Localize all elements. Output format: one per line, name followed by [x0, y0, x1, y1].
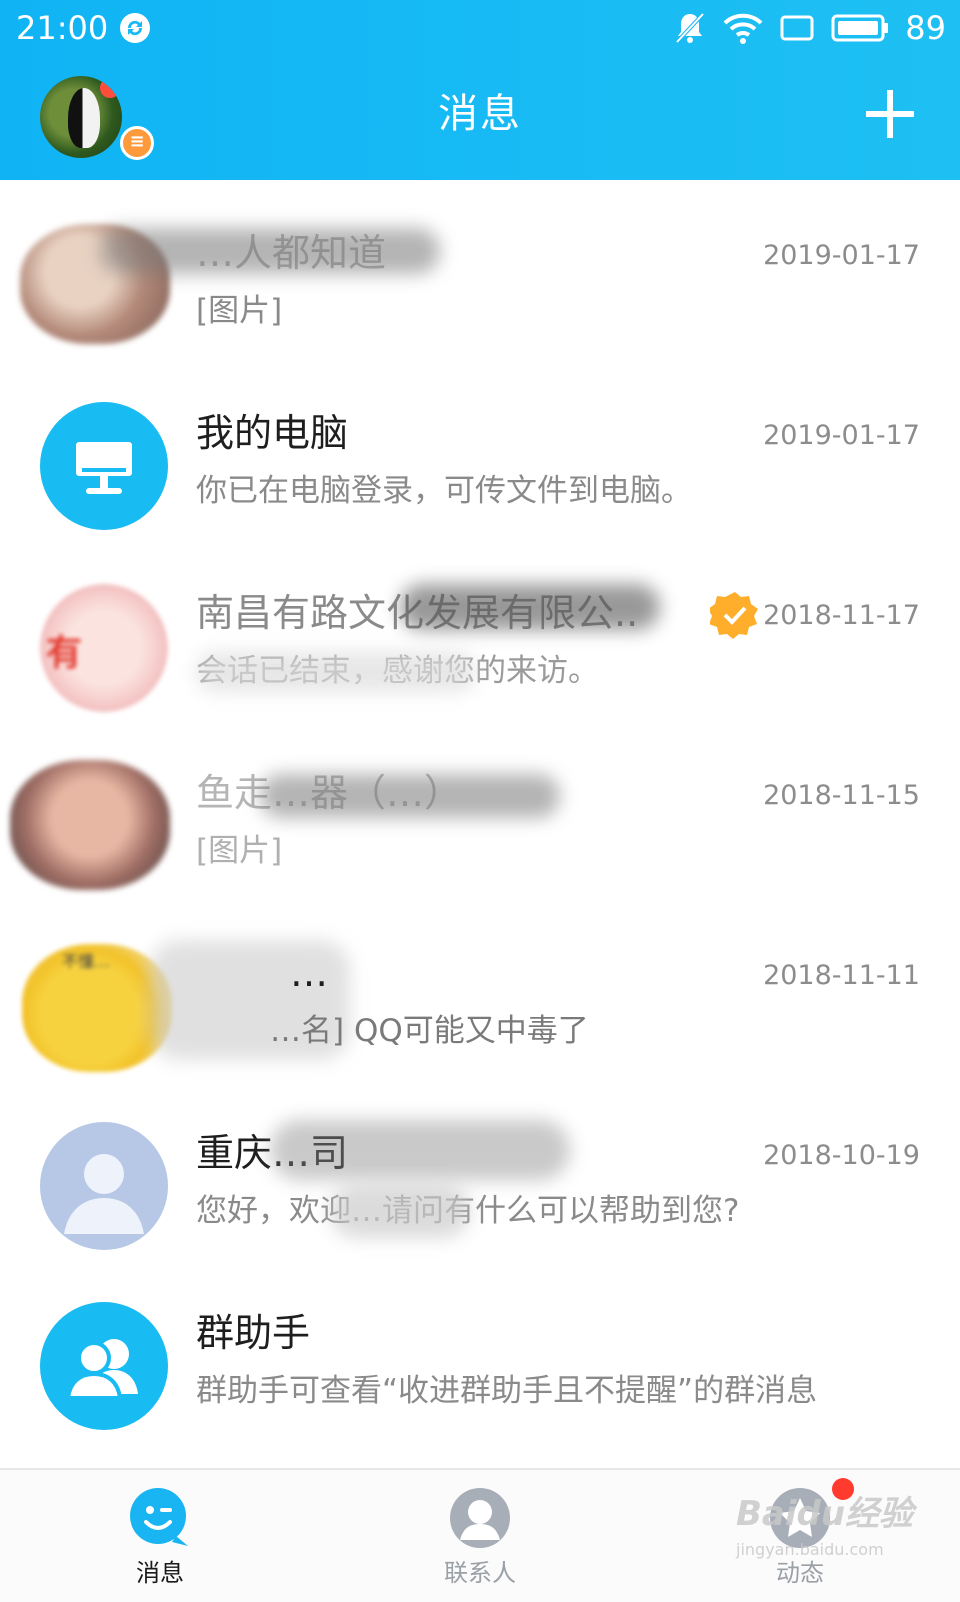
- status-icons: 89: [673, 8, 946, 48]
- conversation-preview: [图片]: [196, 293, 283, 329]
- group-assistant-avatar: [40, 1302, 168, 1430]
- conversation-name: 重庆…司: [196, 1131, 349, 1175]
- conversation-preview: 群助手可查看“收进群助手且不提醒”的群消息: [196, 1373, 818, 1409]
- verified-icon: [710, 592, 758, 639]
- conversation-item[interactable]: 我的电脑 你已在电脑登录，可传文件到电脑。 2019-01-17: [0, 360, 960, 540]
- conversation-name: 鱼走…器（…）: [196, 771, 463, 815]
- contacts-tab-icon: [450, 1488, 510, 1548]
- conversation-preview: 您好，欢迎…请问有什么可以帮助到您?: [196, 1193, 740, 1229]
- bottom-tab-bar: 消息 联系人 动态 Baidu经验 jingyan.baidu.com: [0, 1468, 960, 1602]
- person-icon: [64, 1154, 144, 1234]
- tab-label: 联系人: [444, 1559, 516, 1587]
- conversation-item[interactable]: 重庆…司 您好，欢迎…请问有什么可以帮助到您? 2018-10-19: [0, 1080, 960, 1260]
- messages-tab-icon: [130, 1488, 188, 1546]
- conversation-preview: 你已在电脑登录，可传文件到电脑。: [196, 473, 692, 509]
- avatar-text: 有: [46, 633, 83, 674]
- my-computer-avatar: [40, 402, 168, 530]
- conversation-time: 2019-01-17: [763, 420, 920, 451]
- conversation-list: …人都知道 [图片] 2019-01-17 我的电脑 你已在电脑登录，可传文件到…: [0, 180, 960, 1468]
- star-tab-icon: [770, 1488, 830, 1548]
- tab-messages[interactable]: 消息: [0, 1470, 320, 1602]
- group-icon: [65, 1339, 138, 1400]
- avatar: [10, 760, 170, 890]
- tab-contacts[interactable]: 联系人: [320, 1470, 640, 1602]
- mute-bell-icon: [675, 12, 705, 44]
- app-header: 21:00 89 ≡ 消息: [0, 0, 960, 180]
- conversation-name: 群助手: [196, 1311, 311, 1355]
- battery-icon: [831, 14, 889, 42]
- status-bar: 21:00 89: [0, 0, 960, 56]
- conversation-item[interactable]: …人都知道 [图片] 2019-01-17: [0, 180, 960, 360]
- conversation-preview: 会话已结束，感谢您的来访。: [196, 653, 599, 689]
- conversation-item[interactable]: 有 南昌有路文化发展有限公.. 会话已结束，感谢您的来访。 2018-11-17: [0, 540, 960, 720]
- conversation-time: 2018-11-17: [763, 600, 920, 631]
- conversation-preview: …名] QQ可能又中毒了: [270, 1013, 589, 1049]
- conversation-name: 南昌有路文化发展有限公..: [196, 591, 639, 635]
- conversation-name: …人都知道: [196, 231, 387, 275]
- conversation-name: 我的电脑: [196, 411, 349, 455]
- computer-icon: [76, 442, 132, 494]
- page-title: 消息: [438, 91, 522, 137]
- tab-feed[interactable]: 动态: [640, 1470, 960, 1602]
- wifi-icon: [723, 13, 763, 44]
- avatar: 不懂…: [22, 944, 172, 1072]
- tab-label: 消息: [136, 1559, 184, 1587]
- conversation-item[interactable]: 群助手 群助手可查看“收进群助手且不提醒”的群消息: [0, 1260, 960, 1440]
- avatar: 有: [40, 584, 168, 712]
- title-bar: ≡ 消息: [0, 56, 960, 180]
- conversation-time: 2018-11-11: [763, 960, 920, 991]
- add-button[interactable]: [862, 86, 918, 142]
- conversation-time: 2018-10-19: [763, 1140, 920, 1171]
- conversation-item[interactable]: 鱼走…器（…） [图片] 2018-11-15: [0, 720, 960, 900]
- sync-icon: [120, 13, 150, 43]
- tab-label: 动态: [776, 1559, 824, 1587]
- conversation-time: 2019-01-17: [763, 240, 920, 271]
- notification-dot: [832, 1478, 854, 1500]
- conversation-time: 2018-11-15: [763, 780, 920, 811]
- conversation-name: …: [290, 951, 328, 995]
- conversation-item[interactable]: 不懂… … …名] QQ可能又中毒了 2018-11-11: [0, 900, 960, 1080]
- conversation-preview: [图片]: [196, 833, 283, 869]
- avatar-text: 不懂…: [62, 952, 111, 971]
- screen-rotation-icon: [780, 15, 814, 41]
- status-time: 21:00: [16, 9, 109, 47]
- default-avatar: [40, 1122, 168, 1250]
- battery-level: 89: [905, 9, 946, 47]
- avatar: [20, 224, 170, 344]
